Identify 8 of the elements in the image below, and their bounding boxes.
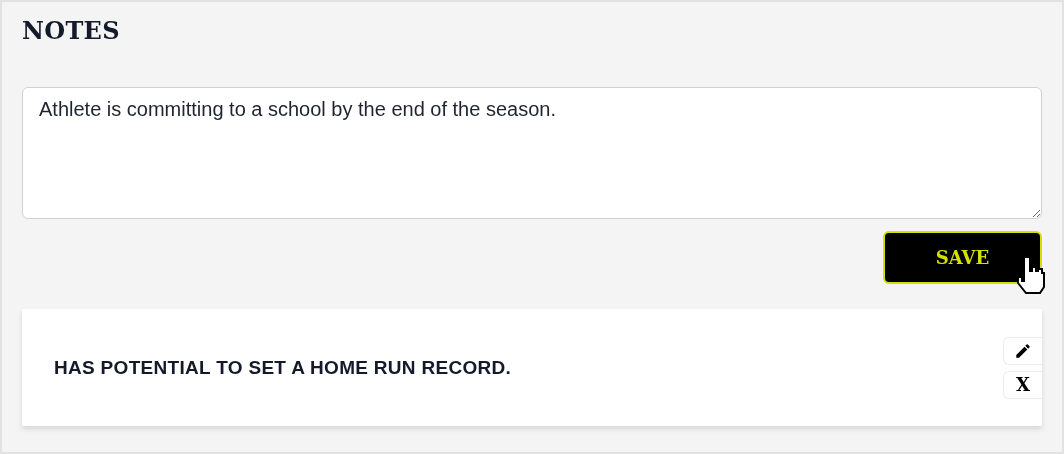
pencil-icon — [1014, 341, 1032, 360]
note-input[interactable]: Athlete is committing to a school by the end of the season. — [22, 87, 1042, 219]
delete-button[interactable]: X — [1003, 370, 1042, 399]
note-text: HAS POTENTIAL TO SET A HOME RUN RECORD. — [54, 356, 512, 379]
edit-button[interactable] — [1003, 336, 1042, 365]
hand-cursor-icon — [1014, 255, 1048, 295]
save-button[interactable]: SAVE — [883, 231, 1042, 284]
section-title: NOTES — [22, 16, 120, 45]
